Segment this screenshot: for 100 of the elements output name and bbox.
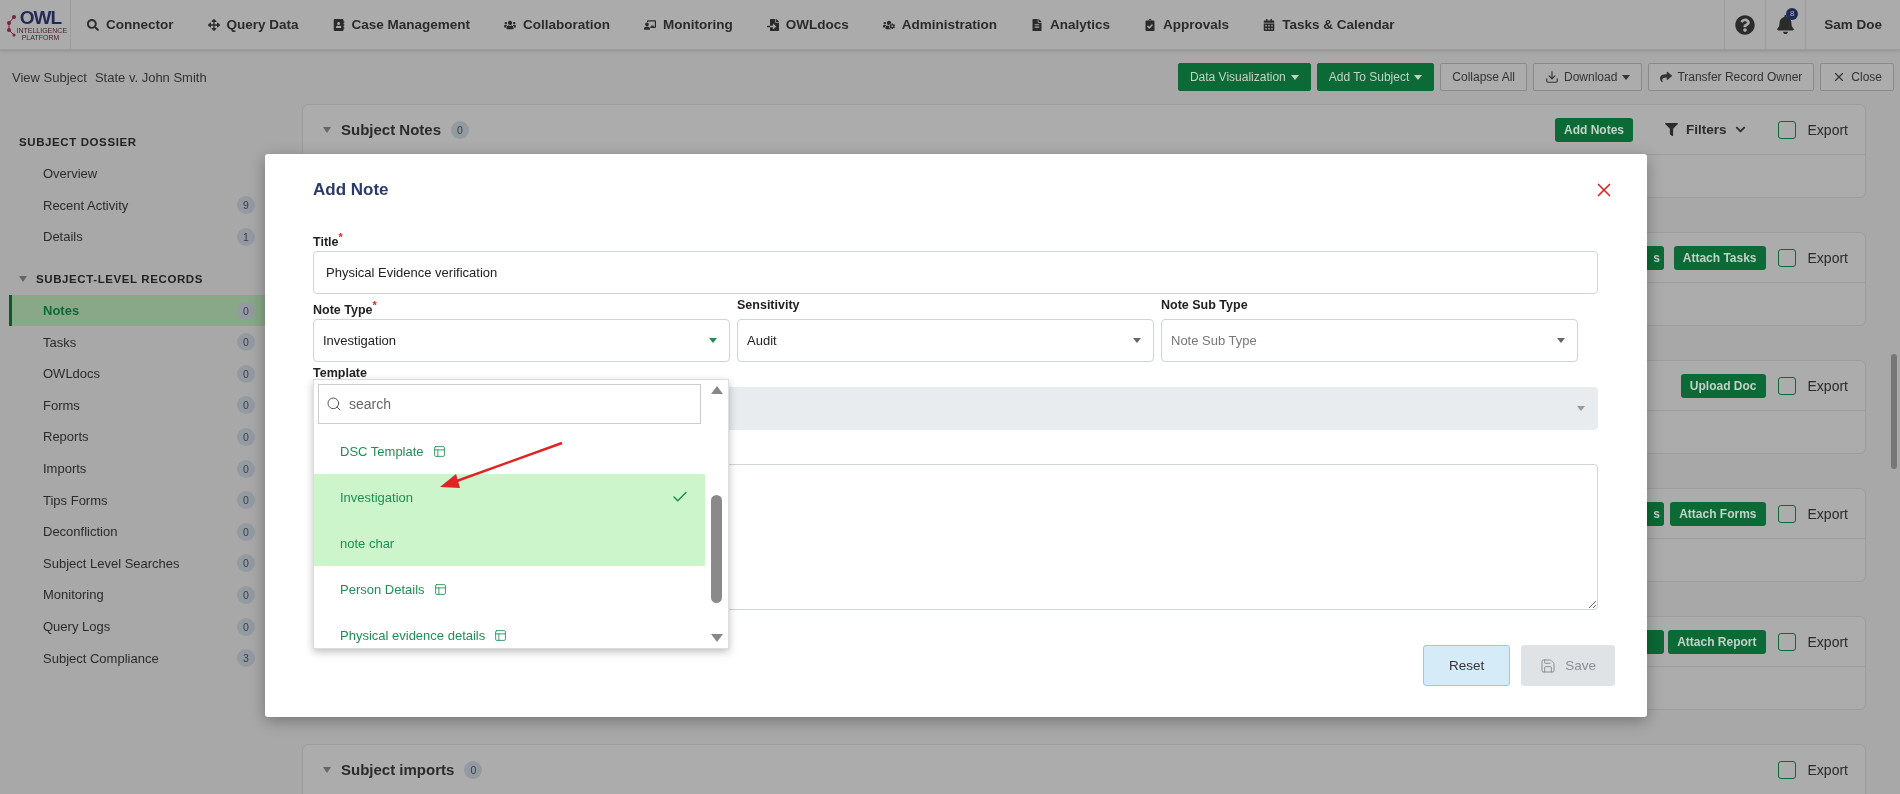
action-button[interactable]: s [1647, 246, 1664, 270]
count-badge: 0 [237, 396, 255, 415]
toolbar-button[interactable]: Close [1820, 63, 1894, 91]
breadcrumb-item[interactable]: View Subject [12, 69, 87, 85]
scrollbar-thumb[interactable] [711, 495, 722, 603]
sidebar-item[interactable]: Overview [9, 158, 265, 190]
action-button[interactable]: Attach Tasks [1673, 245, 1766, 270]
section-title: SUBJECT DOSSIER [19, 136, 137, 148]
action-button[interactable]: Attach Forms [1670, 501, 1766, 526]
sidebar-item[interactable]: Details 1 [9, 221, 265, 253]
search-field[interactable]: search [318, 384, 701, 424]
share-icon [1660, 71, 1673, 83]
filters-button[interactable]: Filters [1659, 121, 1752, 138]
caret-icon [1557, 338, 1565, 343]
sidebar-item[interactable]: Recent Activity 9 [9, 189, 265, 222]
file-import-icon [766, 18, 779, 31]
sidebar-item[interactable]: Query Logs 0 [9, 610, 265, 643]
field-label: Sensitivity [737, 298, 800, 312]
logo-text: OWL [19, 8, 62, 27]
export-checkbox[interactable] [1777, 504, 1796, 523]
card-title: Subject Notes [341, 121, 442, 138]
toolbar-button[interactable]: Data Visualization [1177, 63, 1311, 91]
help-icon[interactable] [1735, 14, 1756, 35]
export-label: Export [1807, 505, 1848, 522]
nav-item[interactable]: Connector [87, 17, 174, 32]
section-title: SUBJECT-LEVEL RECORDS [36, 272, 204, 285]
scroll-down-icon[interactable] [710, 634, 723, 642]
sidebar-item[interactable]: Imports 0 [9, 452, 265, 485]
toolbar-button[interactable]: Collapse All [1440, 63, 1527, 91]
clipboard-check-icon [1144, 18, 1157, 31]
export-checkbox[interactable] [1777, 376, 1796, 395]
sidebar-item[interactable]: Monitoring 0 [9, 579, 265, 611]
user-name[interactable]: Sam Doe [1816, 17, 1890, 32]
count-badge: 1 [237, 228, 255, 246]
sidebar-item[interactable]: Reports 0 [9, 421, 265, 453]
nav-item[interactable]: Approvals [1144, 17, 1230, 32]
bell-icon[interactable] [1776, 15, 1796, 34]
action-button[interactable]: Attach Report [1668, 629, 1766, 654]
sidebar-item-label: Details [43, 229, 83, 245]
export-checkbox[interactable] [1777, 120, 1796, 139]
action-button[interactable]: Upload Doc [1680, 373, 1766, 398]
sidebar-item[interactable]: Subject Compliance 3 [9, 642, 265, 674]
nav-item[interactable]: Administration [882, 17, 998, 32]
export-label: Export [1807, 633, 1848, 650]
expanded-icon[interactable] [19, 275, 27, 282]
nav-item[interactable]: Query Data [207, 17, 299, 32]
search-icon [326, 396, 342, 412]
action-button[interactable]: s [1647, 502, 1664, 526]
dropdown-option[interactable]: Investigation [314, 474, 705, 520]
action-button[interactable]: Add Notes [1555, 117, 1633, 142]
dropdown-option[interactable]: Physical evidence details [314, 612, 705, 648]
scroll-up-icon[interactable] [710, 386, 723, 394]
sidebar-item-label: Subject Compliance [43, 650, 159, 666]
sidebar-item[interactable]: Subject Level Searches 0 [9, 547, 265, 580]
caret-icon [1414, 74, 1423, 80]
export-label: Export [1807, 761, 1848, 778]
field-label: Note Type [313, 303, 373, 318]
nav-item[interactable]: Tasks & Calendar [1263, 17, 1395, 32]
export-label: Export [1807, 121, 1848, 138]
sidebar-item[interactable]: Notes 0 [9, 294, 265, 327]
expanded-icon[interactable] [323, 126, 331, 133]
export-checkbox[interactable] [1777, 760, 1796, 779]
sidebar-item[interactable]: Deconfliction 0 [9, 515, 265, 548]
toolbar-button[interactable]: Download [1533, 63, 1643, 91]
address-book-icon [332, 18, 345, 31]
count-badge: 0 [451, 120, 470, 139]
nav-item[interactable]: Collaboration [504, 17, 611, 32]
sidebar-item-label: Deconfliction [43, 524, 118, 540]
nav-item[interactable]: Analytics [1031, 17, 1111, 32]
sidebar-item-label: Recent Activity [43, 197, 129, 213]
sidebar-item-label: Notes [43, 303, 80, 319]
field-label: Note Sub Type [1161, 298, 1248, 312]
select-field[interactable]: Audit [737, 319, 1154, 362]
export-label: Export [1807, 377, 1848, 394]
required-mark: * [338, 231, 343, 243]
title-input[interactable]: Physical Evidence verification [313, 251, 1598, 294]
expanded-icon[interactable] [323, 766, 331, 773]
reset-button[interactable]: Reset [1422, 645, 1511, 686]
card-title: Subject imports [341, 761, 455, 778]
notification-count: 8 [1786, 7, 1799, 20]
sidebar-item[interactable]: OWLdocs 0 [9, 357, 265, 390]
nav-item[interactable]: Monitoring [644, 17, 733, 32]
dropdown-option[interactable]: note char [314, 520, 705, 566]
toolbar-button[interactable]: Add To Subject [1316, 63, 1435, 91]
select-field[interactable]: Investigation [313, 319, 730, 362]
sidebar-item[interactable]: Tasks 0 [9, 326, 265, 358]
sidebar-item[interactable]: Tips Forms 0 [9, 484, 265, 516]
export-checkbox[interactable] [1777, 248, 1796, 267]
field-label: Template [313, 366, 367, 380]
scrollbar-thumb[interactable] [1891, 354, 1897, 469]
sidebar-item-label: Subject Level Searches [43, 555, 180, 571]
select-field[interactable]: Note Sub Type [1161, 319, 1578, 362]
nav-item[interactable]: Case Management [332, 17, 471, 32]
export-checkbox[interactable] [1777, 632, 1796, 651]
nav-item[interactable]: OWLdocs [766, 17, 849, 32]
count-badge: 0 [237, 333, 255, 352]
sidebar-item[interactable]: Forms 0 [9, 389, 265, 422]
option-label: DSC Template [340, 443, 424, 459]
field-label: Title [313, 235, 339, 250]
toolbar-button[interactable]: Transfer Record Owner [1648, 63, 1815, 91]
